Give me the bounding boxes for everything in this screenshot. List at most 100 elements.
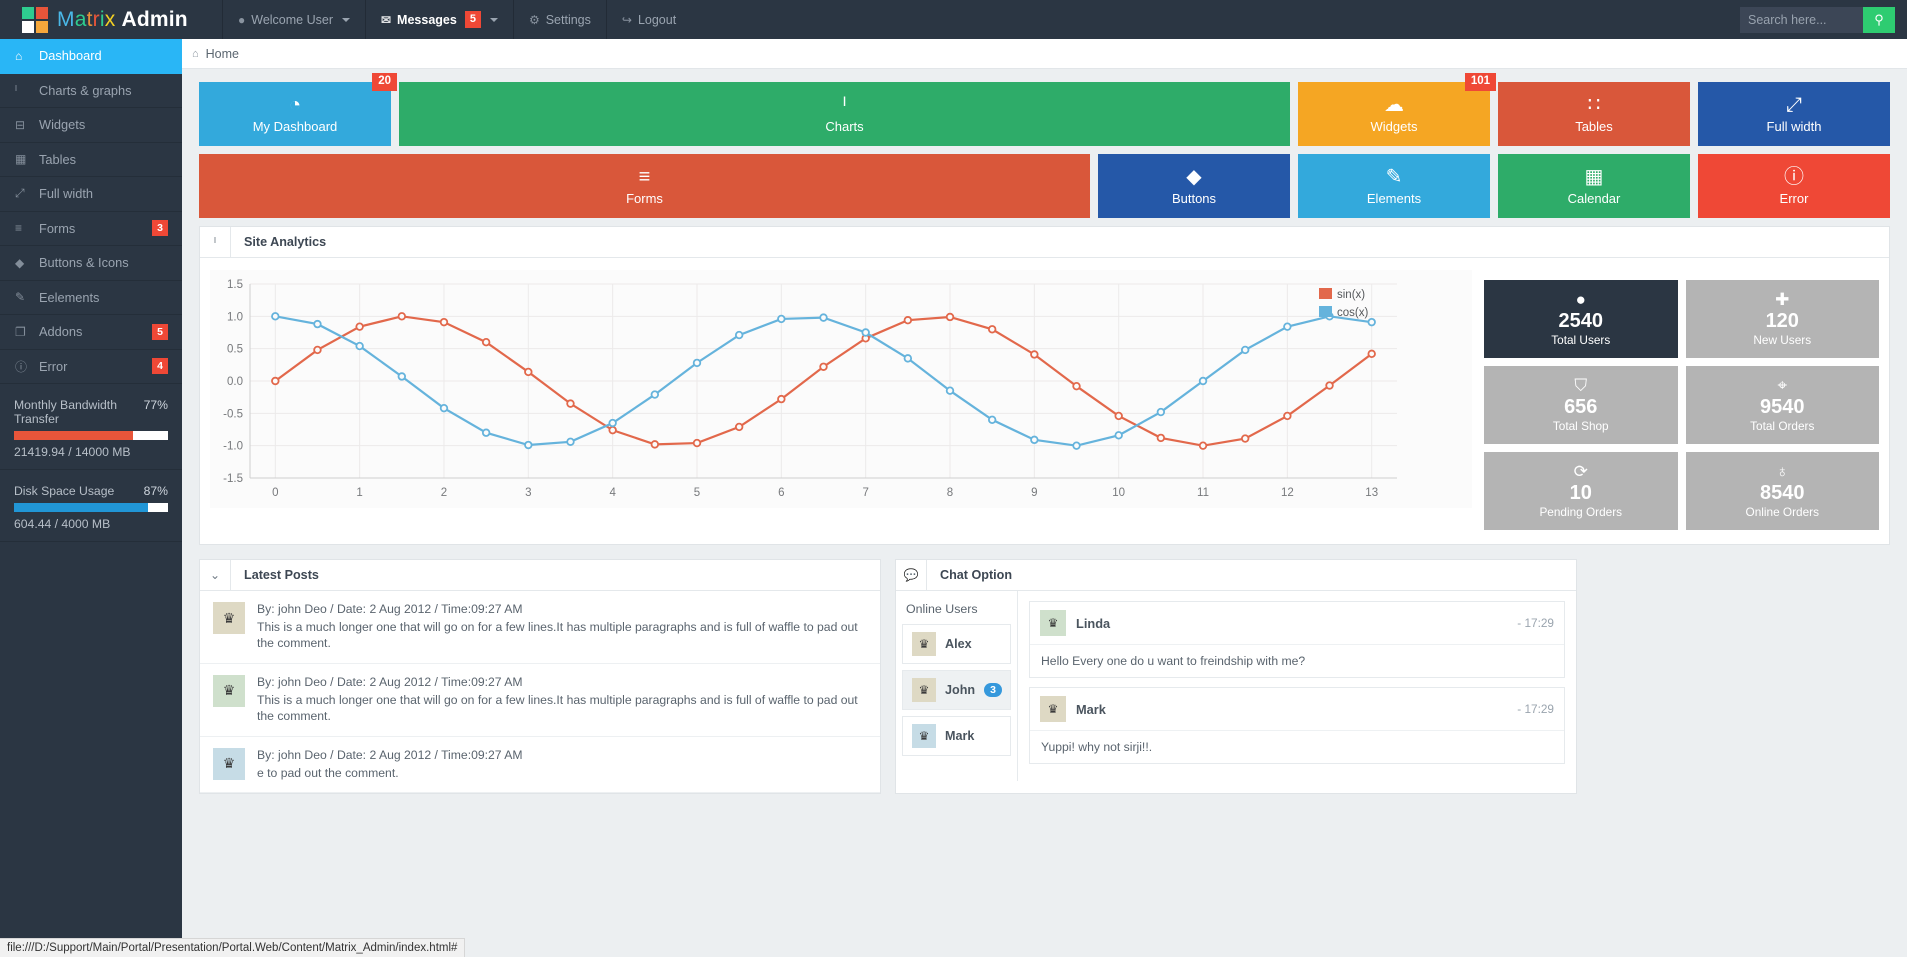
svg-text:0.5: 0.5 — [227, 344, 243, 356]
sidebar-item-label: Tables — [39, 151, 76, 167]
tile-my-dashboard[interactable]: ◔ My Dashboard 20 — [199, 73, 397, 146]
bar-chart-icon: ᴵ — [200, 227, 231, 257]
chevron-down-icon[interactable] — [341, 17, 350, 22]
brand-char-2: a — [74, 7, 87, 31]
post-meta: By: john Deo / Date: 2 Aug 2012 / Time:0… — [257, 602, 523, 616]
breadcrumb-label[interactable]: Home — [206, 47, 239, 61]
svg-text:-0.5: -0.5 — [223, 408, 243, 420]
search-input[interactable] — [1740, 6, 1863, 33]
sidebar-item-dashboard[interactable]: ⌂ Dashboard — [0, 39, 182, 74]
meter-percent: 87% — [143, 484, 168, 498]
search-icon[interactable]: ⚲ — [1863, 6, 1895, 33]
tile-label: Charts — [825, 118, 864, 134]
svg-text:-1.0: -1.0 — [223, 441, 243, 453]
tile-label: Calendar — [1567, 190, 1621, 206]
site-analytics-title: Site Analytics — [244, 235, 327, 249]
bar-chart-icon: ᴵ — [15, 83, 18, 98]
stat-label: Pending Orders — [1539, 505, 1623, 519]
post-meta: By: john Deo / Date: 2 Aug 2012 / Time:0… — [257, 674, 523, 689]
stat-box-new-users[interactable]: ✚ 120 New Users — [1685, 280, 1879, 358]
tile-label: Tables — [1575, 118, 1613, 134]
tile-error[interactable]: ⓘ Error — [1698, 154, 1890, 218]
nav-item-welcome-user[interactable]: ● Welcome User — [222, 0, 365, 39]
tile-widgets[interactable]: ☁ Widgets 101 — [1298, 73, 1496, 146]
tile-full-width[interactable]: ⤢ Full width — [1698, 82, 1890, 146]
nav-item-label: Welcome User — [251, 12, 333, 27]
sidebar-item-eelements[interactable]: ✎ Eelements — [0, 281, 182, 315]
brand-char-4: r — [92, 7, 100, 31]
sidebar-item-buttons-icons[interactable]: ◆ Buttons & Icons — [0, 246, 182, 281]
svg-text:cos(x): cos(x) — [1337, 307, 1368, 319]
info-icon: ⓘ — [1784, 165, 1804, 188]
svg-text:2: 2 — [441, 487, 447, 499]
sidebar-item-addons[interactable]: ❐ Addons 5 — [0, 315, 182, 350]
nav-item-settings[interactable]: ⚙ Settings — [512, 0, 606, 39]
home-icon: ⌂ — [15, 48, 23, 63]
chevron-down-icon[interactable] — [489, 17, 498, 22]
post-text: e to pad out the comment. — [257, 765, 399, 780]
tile-calendar[interactable]: ▦ Calendar — [1498, 154, 1690, 218]
chat-message-author: Mark — [1076, 701, 1106, 717]
chat-option-title: Chat Option — [940, 568, 1013, 582]
stat-value: 9540 — [1760, 396, 1805, 418]
post-item[interactable]: ♛ By: john Deo / Date: 2 Aug 2012 / Time:… — [200, 591, 880, 664]
meter-monthly-bandwidth-transfer: Monthly Bandwidth Transfer 77% 21419.94 / … — [0, 384, 182, 470]
list-icon: ≡ — [15, 221, 23, 236]
tile-buttons[interactable]: ◆ Buttons — [1098, 154, 1290, 218]
sidebar-item-tables[interactable]: ▦ Tables — [0, 143, 182, 177]
stat-box-pending-orders[interactable]: ⟳ 10 Pending Orders — [1484, 452, 1678, 530]
stat-label: Online Orders — [1745, 505, 1819, 519]
crown-icon: ♛ — [1040, 610, 1066, 636]
brand-title: Matrix Admin — [57, 8, 188, 32]
tile-tables[interactable]: ∷ Tables — [1498, 82, 1690, 146]
chat-messages: ♛ Linda - 17:29 Hello Every one do u want t… — [1018, 591, 1576, 781]
latest-posts-panel: ⌄ Latest Posts ♛ By: john Deo / Date: 2 A… — [199, 559, 881, 795]
sidebar-item-forms[interactable]: ≡ Forms 3 — [0, 212, 182, 246]
sidebar-item-widgets[interactable]: ⊟ Widgets — [0, 108, 182, 143]
stat-box-online-orders[interactable]: ♁ 8540 Online Orders — [1685, 452, 1879, 530]
svg-text:1.0: 1.0 — [227, 311, 243, 323]
chevron-down-icon[interactable]: ⌄ — [200, 560, 231, 590]
tile-charts[interactable]: ᴵ Charts — [399, 82, 1290, 146]
meter-bar — [14, 503, 168, 512]
online-users-column: Online Users ♛ Alex ♛ John 3 ♛ Mark — [896, 591, 1018, 781]
search-box[interactable]: ⚲ — [1740, 6, 1895, 33]
expand-icon: ⤢ — [15, 186, 25, 201]
meter-disk-space-usage: Disk Space Usage 87% 604.44 / 4000 MB — [0, 470, 182, 542]
post-item[interactable]: ♛ By: john Deo / Date: 2 Aug 2012 / Time:… — [200, 664, 880, 737]
meter-label: Disk Space Usage — [14, 484, 115, 498]
brand-logo[interactable]: Matrix Admin — [0, 0, 222, 39]
tile-label: My Dashboard — [252, 118, 338, 134]
post-item[interactable]: ♛ By: john Deo / Date: 2 Aug 2012 / Time:… — [200, 737, 880, 794]
tile-label: Full width — [1766, 118, 1822, 134]
post-meta: By: john Deo / Date: 2 Aug 2012 / Time:0… — [257, 747, 523, 762]
tile-badge: 101 — [1464, 73, 1496, 91]
meter-label: Monthly Bandwidth Transfer — [14, 398, 117, 426]
nav-item-logout[interactable]: ↪ Logout — [605, 0, 691, 39]
tile-forms[interactable]: ≡ Forms — [199, 154, 1090, 218]
nav-item-messages[interactable]: ✉ Messages 5 — [364, 0, 513, 39]
messages-badge: 5 — [464, 11, 481, 28]
home-icon: ⌂ — [192, 47, 199, 60]
meter-sublabel: 21419.94 / 14000 MB — [14, 445, 131, 459]
meter-bar — [14, 431, 168, 440]
stat-box-total-orders[interactable]: ⌖ 9540 Total Orders — [1685, 366, 1879, 444]
chat-message-time: - 17:29 — [1517, 702, 1554, 716]
stat-label: Total Orders — [1750, 419, 1815, 433]
latest-posts-header: ⌄ Latest Posts — [200, 560, 880, 591]
online-user-john[interactable]: ♛ John 3 — [902, 670, 1011, 710]
online-user-mark[interactable]: ♛ Mark — [902, 716, 1011, 756]
stat-box-total-users[interactable]: ● 2540 Total Users — [1484, 280, 1678, 358]
sidebar-item-full-width[interactable]: ⤢ Full width — [0, 177, 182, 212]
tile-elements[interactable]: ✎ Elements — [1298, 154, 1490, 218]
sidebar-item-charts-graphs[interactable]: ᴵ Charts & graphs — [0, 74, 182, 108]
sidebar-item-error[interactable]: ⓘ Error 4 — [0, 350, 182, 384]
stat-box-total-shop[interactable]: ⛉ 656 Total Shop — [1484, 366, 1678, 444]
sidebar-item-label: Addons — [39, 324, 83, 340]
refresh-icon: ⟳ — [1573, 462, 1588, 481]
online-user-alex[interactable]: ♛ Alex — [902, 624, 1011, 664]
info-icon: ⓘ — [15, 359, 28, 374]
stat-value: 2540 — [1558, 310, 1604, 332]
sidebar-item-label: Full width — [39, 186, 94, 202]
svg-text:5: 5 — [694, 487, 700, 499]
